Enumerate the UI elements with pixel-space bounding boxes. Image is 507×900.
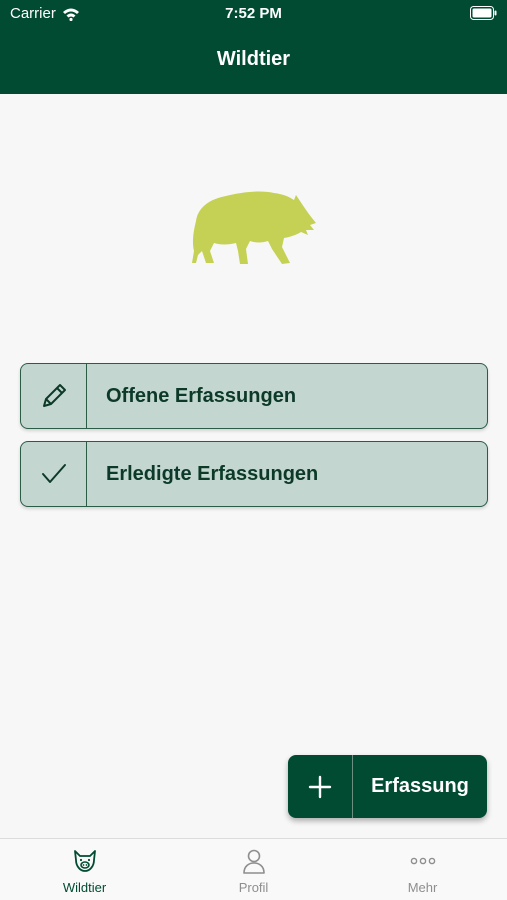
new-entry-button[interactable]: Erfassung [288, 755, 487, 818]
plus-icon [308, 775, 332, 798]
tab-mehr-label: Mehr [407, 880, 438, 895]
completed-entries-icon-cell [21, 442, 87, 506]
completed-entries-label: Erledigte Erfassungen [106, 462, 319, 485]
wild-boar-illustration [192, 191, 316, 264]
page-title: Wildtier [216, 48, 291, 70]
open-entries-icon-cell [21, 364, 87, 428]
open-entries-button[interactable]: Offene Erfassungen [20, 363, 488, 429]
tab-mehr[interactable]: Mehr [338, 839, 507, 900]
tab-wildtier-label: Wildtier [62, 880, 107, 895]
new-entry-label: Erfassung [371, 775, 469, 797]
completed-entries-button[interactable]: Erledigte Erfassungen [20, 441, 488, 507]
tab-bar: Wildtier Profil Mehr [0, 838, 507, 900]
status-bar: Carrier 7:52 PM [0, 0, 507, 30]
status-time: 7:52 PM [225, 5, 282, 22]
new-entry-icon-cell [288, 755, 353, 818]
pencil-icon [42, 384, 66, 407]
open-entries-label: Offene Erfassungen [106, 384, 297, 407]
battery-icon [470, 6, 497, 20]
navigation-header: Carrier 7:52 PM Wildtier [0, 0, 507, 94]
tab-profil-label: Profil [238, 880, 269, 895]
tab-wildtier[interactable]: Wildtier [0, 839, 169, 900]
tab-profil[interactable]: Profil [169, 839, 338, 900]
boar-head-icon [73, 850, 96, 872]
checkmark-icon [41, 464, 66, 483]
ellipsis-icon [410, 857, 435, 865]
person-icon [242, 849, 265, 874]
